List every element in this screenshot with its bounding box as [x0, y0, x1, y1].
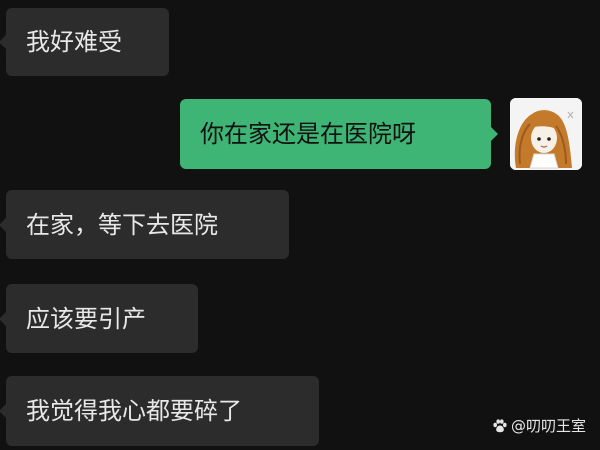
avatar-drawing: [510, 98, 582, 170]
chat-window: 我好难受 你在家还是在医院呀 在家，等下去医院 应该要引产 我觉得我心都要碎了: [0, 0, 600, 450]
outgoing-message[interactable]: 你在家还是在医院呀: [180, 99, 498, 169]
incoming-message[interactable]: 我好难受: [0, 8, 169, 76]
message-text: 在家，等下去医院: [26, 210, 218, 239]
incoming-message[interactable]: 我觉得我心都要碎了: [0, 376, 319, 446]
watermark: @叨叨王室: [492, 415, 586, 436]
incoming-message[interactable]: 在家，等下去医院: [0, 190, 289, 259]
paw-icon: [492, 418, 508, 434]
avatar-icon[interactable]: [510, 98, 582, 170]
message-text: 我好难受: [26, 28, 122, 56]
message-text: 应该要引产: [26, 304, 146, 333]
message-text: 我觉得我心都要碎了: [26, 397, 242, 425]
incoming-message[interactable]: 应该要引产: [0, 284, 198, 353]
message-text: 你在家还是在医院呀: [200, 120, 416, 148]
watermark-text: @叨叨王室: [510, 417, 586, 435]
